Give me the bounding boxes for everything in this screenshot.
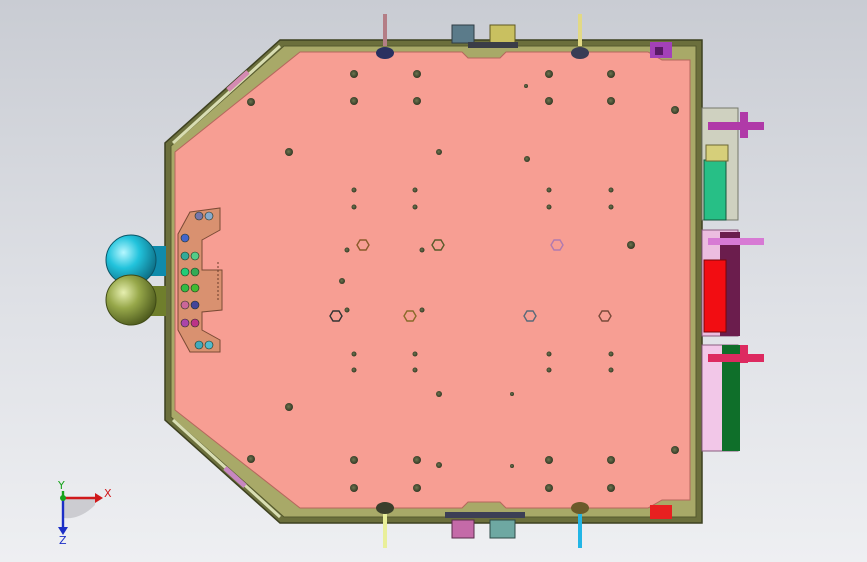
y-axis-label: Y <box>57 479 65 492</box>
cad-viewport[interactable]: X Y Z <box>0 0 867 562</box>
z-axis-label: Z <box>59 534 67 547</box>
x-axis-label: X <box>104 487 112 500</box>
left-spheres <box>105 234 166 326</box>
base-plate <box>174 51 691 509</box>
right-modules <box>701 107 764 452</box>
coordinate-triad-icon: X Y Z <box>57 479 112 547</box>
